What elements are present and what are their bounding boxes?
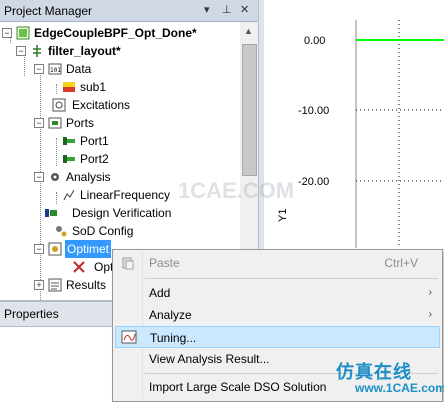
watermark-faint: 1CAE.COM xyxy=(178,178,295,203)
project-manager-title: Project Manager xyxy=(4,4,93,18)
scrollbar-thumb[interactable] xyxy=(242,44,257,176)
menu-item-label: Paste xyxy=(149,256,180,270)
paste-icon xyxy=(122,257,134,270)
tree-item-label: Analysis xyxy=(66,170,111,184)
svg-text:101: 101 xyxy=(50,67,61,74)
menu-item-add[interactable]: Add › xyxy=(115,282,440,304)
config-icon xyxy=(56,226,67,237)
menu-item-tuning[interactable]: Tuning... xyxy=(115,326,440,348)
tree-item-label: EdgeCoupleBPF_Opt_Done* xyxy=(34,26,197,40)
tree-item-label: SoD Config xyxy=(72,224,134,238)
project-manager-titlebar: Project Manager ▾ ⊥ ✕ xyxy=(0,0,258,22)
close-icon[interactable]: ✕ xyxy=(240,3,249,16)
tree-item-label: Optimet xyxy=(65,240,112,258)
collapse-icon[interactable]: − xyxy=(2,28,12,38)
expand-icon[interactable]: + xyxy=(34,280,44,290)
y-tick-label: -20.00 xyxy=(298,176,329,188)
gear-icon xyxy=(51,173,59,181)
dropdown-icon[interactable]: ▾ xyxy=(204,3,210,16)
tree-item-label: Ports xyxy=(66,116,95,130)
menu-item-label: View Analysis Result... xyxy=(149,352,270,366)
collapse-icon[interactable]: − xyxy=(34,172,44,182)
substrate-icon xyxy=(63,82,75,92)
tree-item-label: Port1 xyxy=(80,134,109,148)
tree-item-label: Results xyxy=(66,278,107,292)
properties-title: Properties xyxy=(4,307,59,321)
menu-item-label: Add xyxy=(149,286,171,300)
menu-item-paste[interactable]: Paste Ctrl+V xyxy=(115,252,440,274)
y-tick-label: 0.00 xyxy=(304,35,325,47)
scroll-up-icon[interactable]: ▲ xyxy=(244,26,253,36)
collapse-icon[interactable]: − xyxy=(16,46,26,56)
schematic-icon xyxy=(33,45,41,57)
menu-item-analyze[interactable]: Analyze › xyxy=(115,304,440,326)
verification-icon xyxy=(45,209,57,217)
tree-item-label: filter_layout* xyxy=(48,44,121,58)
y-axis-label: Y1 xyxy=(277,209,289,222)
tree-item-label: Opt xyxy=(94,260,114,274)
results-icon xyxy=(48,278,62,292)
watermark-site: www.1CAE.com xyxy=(355,381,444,395)
excitations-icon xyxy=(52,98,66,112)
port-icon xyxy=(63,155,75,163)
optimetrics-icon xyxy=(48,242,62,256)
data-icon: 101 xyxy=(48,63,62,75)
tree-item-label: LinearFrequency xyxy=(80,188,171,202)
analysis-icon xyxy=(63,189,75,201)
collapse-icon[interactable]: − xyxy=(34,244,44,254)
menu-item-label: Tuning... xyxy=(150,331,197,345)
shortcut-label: Ctrl+V xyxy=(384,256,418,270)
tuning-icon xyxy=(121,330,137,344)
collapse-icon[interactable]: − xyxy=(34,64,44,74)
project-icon xyxy=(16,26,30,40)
tree-item-label: Data xyxy=(66,62,92,76)
menu-item-label: Analyze xyxy=(149,308,192,322)
port-icon xyxy=(63,137,75,145)
optimizer-icon xyxy=(73,261,85,273)
ports-icon xyxy=(48,117,62,129)
tree-item-label: sub1 xyxy=(80,80,107,94)
y-tick-label: -10.00 xyxy=(298,105,329,117)
tree-item-label: Design Verification xyxy=(72,206,172,220)
tree-item-label: Excitations xyxy=(72,98,131,112)
tree-item-label: Port2 xyxy=(80,152,109,166)
pin-icon[interactable]: ⊥ xyxy=(222,3,232,16)
menu-item-label: Import Large Scale DSO Solution xyxy=(149,380,327,394)
submenu-arrow-icon: › xyxy=(428,287,432,298)
submenu-arrow-icon: › xyxy=(428,309,432,320)
collapse-icon[interactable]: − xyxy=(34,118,44,128)
